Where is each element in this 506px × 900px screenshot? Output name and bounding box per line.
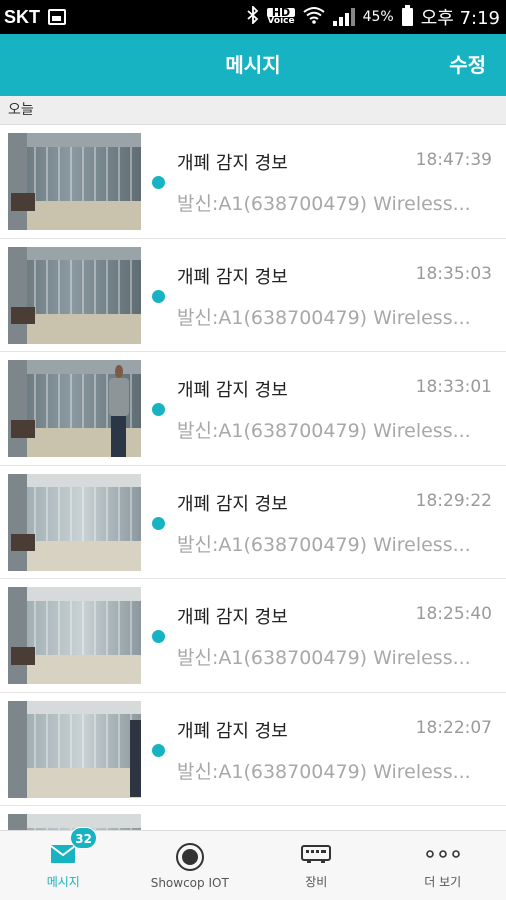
message-title: 개폐 감지 경보	[177, 720, 288, 742]
snapshot-thumbnail	[8, 133, 141, 230]
message-title: 개폐 감지 경보	[177, 493, 288, 515]
more-icon	[425, 841, 461, 867]
tab-messages[interactable]: 32 메시지	[0, 827, 127, 900]
tab-label: 장비	[305, 875, 328, 889]
edit-button[interactable]: 수정	[449, 34, 486, 96]
date-section-header: 오늘	[0, 96, 506, 125]
message-time: 18:25:40	[415, 604, 492, 624]
tab-showcop-iot[interactable]: Showcop IOT	[127, 831, 254, 900]
tab-label: 메시지	[46, 875, 80, 889]
message-item[interactable]: 개폐 감지 경보 18:35:03 발신:A1(638700479) Wirel…	[0, 238, 506, 352]
unread-count-badge: 32	[70, 827, 97, 849]
device-icon	[301, 841, 332, 867]
message-sender: 발신:A1(638700479) Wireless...	[177, 420, 471, 442]
message-sender: 발신:A1(638700479) Wireless...	[177, 193, 471, 215]
unread-dot-icon	[152, 403, 165, 416]
battery-label: 45%	[362, 9, 394, 25]
snapshot-thumbnail	[8, 700, 141, 798]
message-title: 개폐 감지 경보	[177, 380, 288, 401]
message-title: 개폐 감지 경보	[177, 607, 288, 628]
tab-label: Showcop IOT	[150, 876, 229, 890]
tab-label: 더 보기	[424, 875, 462, 889]
message-item[interactable]: 개폐 감지 경보 18:33:01 발신:A1(638700479) Wirel…	[0, 352, 506, 466]
record-icon	[175, 843, 205, 871]
message-sender: 발신:A1(638700479) Wireless...	[177, 647, 471, 669]
clock: 오후 7:19	[420, 8, 500, 29]
message-time: 18:29:22	[415, 490, 492, 511]
message-title: 개폐 감지 경보	[177, 266, 288, 288]
message-time: 18:33:01	[415, 377, 492, 397]
status-bar: SKT HD Voice 45% 오후 7:19	[0, 0, 506, 34]
message-time: 18:47:39	[415, 150, 492, 170]
message-item[interactable]: 개폐 감지 경보 18:47:39 발신:A1(638700479) Wirel…	[0, 125, 506, 239]
wifi-icon	[302, 6, 325, 29]
message-time: 18:35:03	[415, 263, 492, 284]
message-sender: 발신:A1(638700479) Wireless...	[177, 533, 471, 556]
message-time: 18:22:07	[415, 717, 492, 738]
message-title: 개폐 감지 경보	[177, 153, 288, 174]
message-sender: 발신:A1(638700479) Wireless...	[177, 760, 471, 783]
battery-icon	[401, 5, 413, 26]
unread-dot-icon	[152, 516, 165, 530]
snapshot-thumbnail	[8, 473, 141, 571]
message-sender: 발신:A1(638700479) Wireless...	[177, 306, 471, 329]
snapshot-thumbnail	[8, 360, 141, 457]
message-list[interactable]: 개폐 감지 경보 18:47:39 발신:A1(638700479) Wirel…	[0, 125, 506, 830]
carrier-label: SKT	[4, 6, 40, 27]
hd-voice-icon: HD Voice	[267, 6, 295, 26]
message-item[interactable]: 개폐 감지 경보 18:29:22 발신:A1(638700479) Wirel…	[0, 465, 506, 579]
snapshot-thumbnail	[8, 246, 141, 344]
page-title: 메시지	[225, 53, 281, 77]
unread-dot-icon	[152, 630, 165, 643]
message-item[interactable]: 개폐 감지 경보 18:22:07 발신:A1(638700479) Wirel…	[0, 692, 506, 806]
snapshot-thumbnail	[8, 587, 141, 684]
gallery-icon	[48, 9, 66, 25]
tab-more[interactable]: 더 보기	[380, 831, 506, 900]
bottom-tab-bar: 32 메시지 Showcop IOT 장비 더 보기	[0, 827, 506, 900]
bluetooth-icon	[247, 4, 259, 29]
message-item-partial[interactable]	[0, 806, 506, 830]
unread-dot-icon	[152, 289, 165, 303]
unread-dot-icon	[152, 743, 165, 757]
message-item[interactable]: 개폐 감지 경보 18:25:40 발신:A1(638700479) Wirel…	[0, 579, 506, 693]
app-header: 메시지 수정	[0, 34, 506, 96]
signal-icon	[332, 8, 355, 26]
tab-devices[interactable]: 장비	[253, 831, 380, 900]
mail-icon: 32	[50, 827, 97, 867]
unread-dot-icon	[152, 176, 165, 189]
